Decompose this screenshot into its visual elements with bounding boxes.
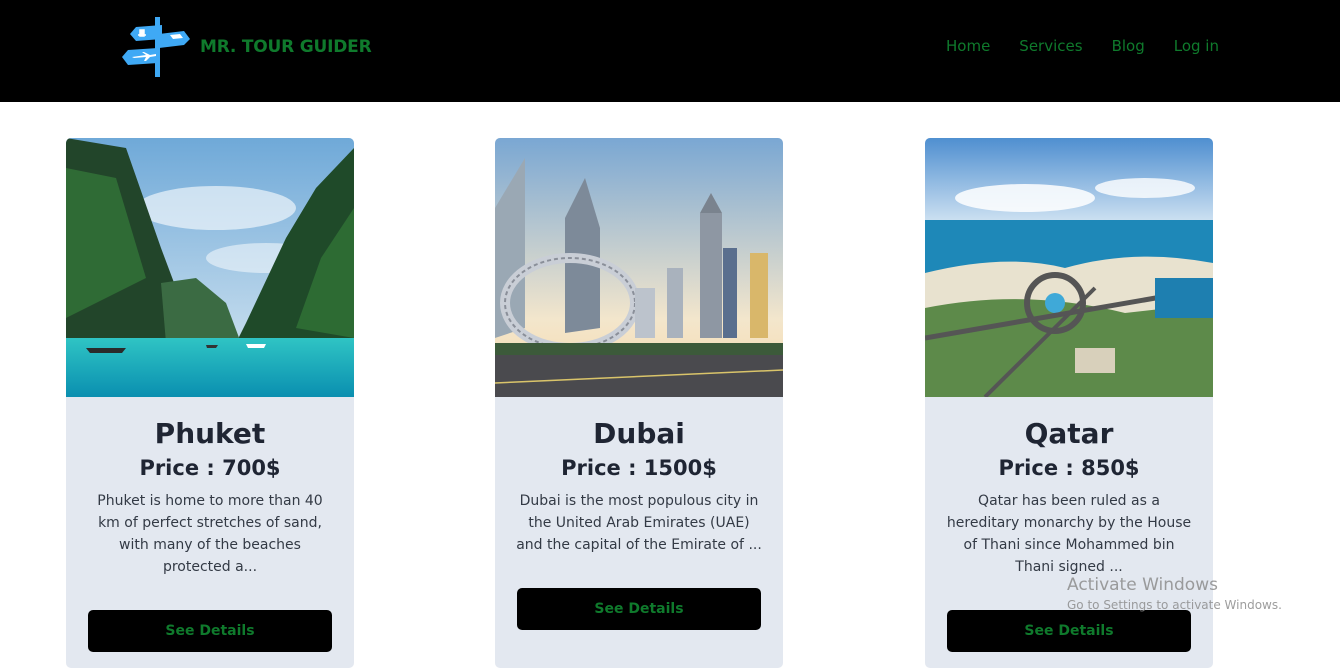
nav-services[interactable]: Services [1019,37,1082,55]
dubai-photo [495,138,783,397]
card-price: Price : 1500$ [561,456,717,480]
brand-name: MR. TOUR GUIDER [200,37,372,57]
main-nav: Home Services Blog Log in [946,37,1219,55]
windows-activation-watermark: Activate Windows Go to Settings to activ… [1067,575,1282,612]
card-title: Dubai [593,417,685,450]
card-description: Qatar has been ruled as a hereditary mon… [946,493,1192,575]
see-details-button-dubai[interactable]: See Details [517,588,761,630]
nav-blog[interactable]: Blog [1112,37,1145,55]
phuket-photo [66,138,354,397]
card-title: Qatar [1024,417,1114,450]
brand-link[interactable]: MR. TOUR GUIDER [122,17,372,77]
destination-card-phuket: Phuket Price : 700$ Phuket is home to mo… [66,138,354,668]
nav-login[interactable]: Log in [1174,37,1219,55]
top-navbar: MR. TOUR GUIDER Home Services Blog Log i… [0,0,1340,102]
card-price: Price : 850$ [998,456,1140,480]
signpost-logo-icon [122,17,190,77]
card-title: Phuket [154,417,266,450]
watermark-subtitle: Go to Settings to activate Windows. [1067,598,1282,612]
see-details-button-qatar[interactable]: See Details [947,610,1191,652]
card-description: Phuket is home to more than 40 km of per… [97,493,323,575]
nav-home[interactable]: Home [946,37,990,55]
card-price: Price : 700$ [139,456,281,480]
destination-card-dubai: Dubai Price : 1500$ Dubai is the most po… [495,138,783,668]
qatar-photo [925,138,1213,397]
watermark-title: Activate Windows [1067,575,1218,595]
card-description: Dubai is the most populous city in the U… [516,493,762,553]
see-details-button-phuket[interactable]: See Details [88,610,332,652]
